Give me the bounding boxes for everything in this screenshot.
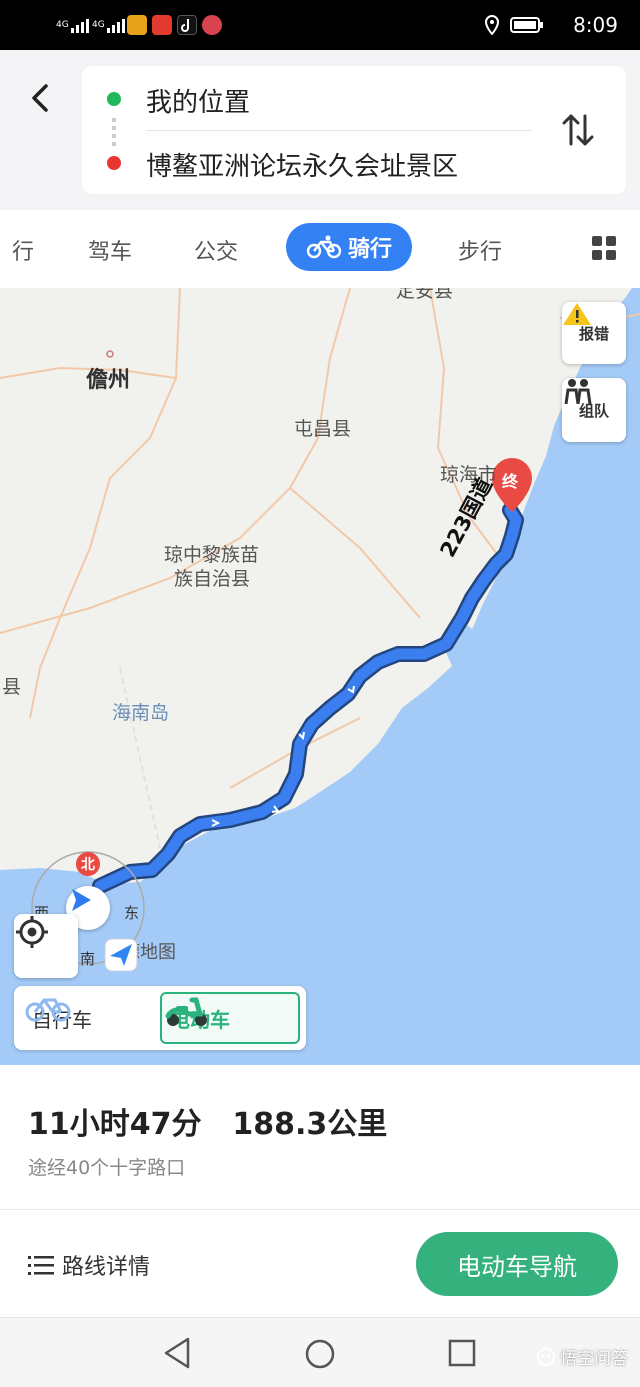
- map-label-qiongzhong: 琼中黎族苗: [164, 544, 260, 566]
- system-navigation-bar: 悟空问答: [0, 1317, 640, 1387]
- status-time: 8:09: [573, 13, 618, 37]
- back-triangle-icon[interactable]: [162, 1336, 192, 1374]
- team-icon: [564, 379, 592, 404]
- battery-icon: [510, 0, 544, 50]
- divider: [146, 130, 532, 131]
- transport-tabs: 行 驾车 公交 骑行 步行: [0, 210, 640, 288]
- list-icon: [28, 1256, 54, 1275]
- status-bar: 4G 4G 8:09: [0, 0, 640, 50]
- app-icon: [202, 15, 222, 35]
- team-button[interactable]: 组队: [562, 378, 626, 442]
- map-canvas: [0, 288, 640, 1065]
- toutiao-icon: [152, 15, 172, 35]
- tab-walk[interactable]: 步行: [458, 234, 502, 266]
- route-summary-panel: 11小时47分 188.3公里 途经40个十字路口 路线详情 电动车导航: [0, 1065, 640, 1317]
- crosshair-icon: [16, 916, 48, 948]
- sea-area: [0, 288, 640, 1065]
- route-details-link[interactable]: 路线详情: [28, 1249, 150, 1281]
- small-poi-dot: [106, 350, 114, 358]
- watermark: 悟空问答: [536, 1344, 628, 1369]
- map-label-danzhou: 儋州: [86, 368, 131, 393]
- grid-icon[interactable]: [592, 236, 616, 260]
- chevron-left-icon[interactable]: [22, 80, 58, 116]
- map-label-county: 县: [2, 676, 22, 698]
- app-icon: [127, 15, 147, 35]
- route-details-label: 路线详情: [62, 1255, 151, 1280]
- origin-dot-icon: [107, 92, 121, 106]
- route-header: 我的位置 博鳌亚洲论坛永久会址景区: [0, 50, 640, 210]
- compass-south: 南: [80, 950, 96, 968]
- bicycle-icon: [25, 998, 71, 1022]
- route-distance: 188.3公里: [232, 1107, 388, 1142]
- destination-dot-icon: [107, 156, 121, 170]
- map-label-qiongzhong-2: 族自治县: [174, 568, 251, 590]
- compass-north-badge: 北: [76, 852, 100, 876]
- scooter-icon: [165, 997, 207, 1026]
- route-summary: 11小时47分 188.3公里: [28, 1099, 387, 1143]
- route-input-card: 我的位置 博鳌亚洲论坛永久会址景区: [82, 66, 626, 194]
- home-circle-icon[interactable]: [304, 1338, 336, 1374]
- end-marker-label: 终: [502, 472, 519, 491]
- tab-partial[interactable]: 行: [12, 234, 34, 266]
- divider: [0, 1209, 640, 1210]
- border-line: [119, 667, 161, 849]
- map-view[interactable]: 定安县 儋州 屯昌县 琼海市 琼中黎族苗 族自治县 县 海南岛 223国道 终 …: [0, 288, 640, 1065]
- tab-bus[interactable]: 公交: [194, 234, 238, 266]
- map-label-dingan: 定安县: [396, 288, 454, 302]
- map-label-tunchang: 屯昌县: [294, 418, 352, 440]
- bicycle-option[interactable]: 自行车: [24, 992, 100, 1044]
- location-icon: [484, 0, 500, 50]
- destination-field[interactable]: 博鳌亚洲论坛永久会址景区: [146, 146, 458, 183]
- recents-square-icon[interactable]: [448, 1339, 476, 1371]
- tab-cycling[interactable]: 骑行: [286, 223, 412, 271]
- signal-icon: 4G: [56, 0, 89, 50]
- route-duration: 11小时47分: [28, 1107, 202, 1142]
- tiktok-icon: [177, 15, 197, 35]
- wukong-logo-icon: [537, 1347, 555, 1366]
- origin-field[interactable]: 我的位置: [146, 82, 250, 119]
- ebike-navigation-button[interactable]: 电动车导航: [416, 1232, 618, 1296]
- ebike-option[interactable]: 电动车: [160, 992, 300, 1044]
- route-connector: [112, 118, 116, 146]
- report-error-button[interactable]: 报错: [562, 302, 626, 364]
- amap-logo: 高德地图: [104, 938, 176, 972]
- border-line: [29, 288, 181, 719]
- warning-icon: [563, 303, 591, 325]
- bicycle-icon: [306, 235, 342, 259]
- amap-logo-icon: [104, 938, 138, 972]
- swap-vertical-icon[interactable]: [560, 110, 596, 150]
- watermark-text: 悟空问答: [560, 1349, 628, 1369]
- route-via: 途经40个十字路口: [28, 1157, 186, 1179]
- locate-me-button[interactable]: [14, 914, 78, 978]
- tab-cycling-label: 骑行: [347, 237, 392, 262]
- tab-drive[interactable]: 驾车: [88, 234, 132, 266]
- vehicle-toggle: 自行车 电动车: [14, 986, 306, 1050]
- compass-east: 东: [124, 904, 140, 922]
- signal-icon: 4G: [92, 0, 125, 50]
- map-label-hainan-island: 海南岛: [112, 702, 170, 724]
- border-line: [289, 487, 421, 619]
